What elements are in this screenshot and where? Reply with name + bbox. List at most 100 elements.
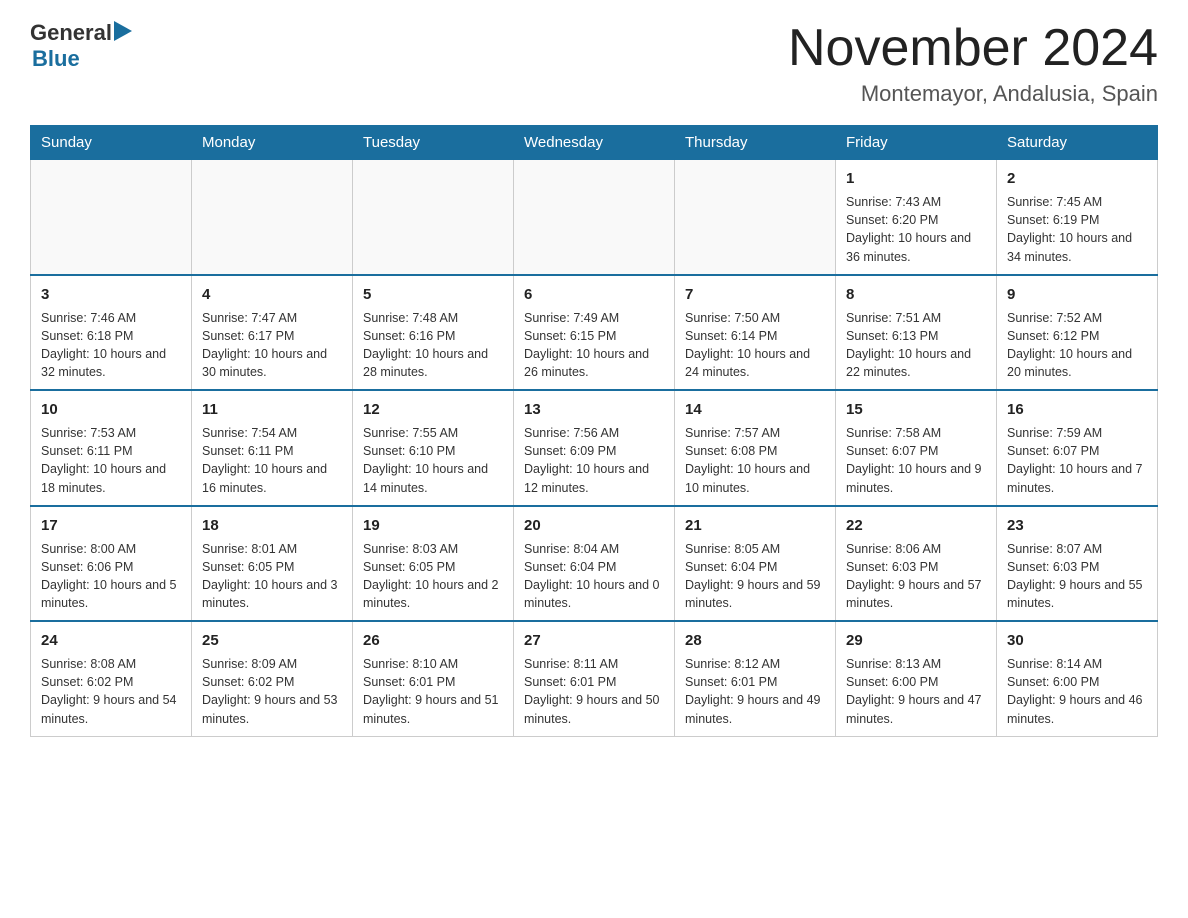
calendar-day-cell: 20 Sunrise: 8:04 AMSunset: 6:04 PMDayligh… [514, 506, 675, 622]
calendar-day-cell: 5 Sunrise: 7:48 AMSunset: 6:16 PMDaylight… [353, 275, 514, 391]
day-number: 26 [363, 630, 503, 651]
calendar-day-cell: 30 Sunrise: 8:14 AMSunset: 6:00 PMDayligh… [997, 621, 1158, 736]
day-info: Sunrise: 7:55 AMSunset: 6:10 PMDaylight:… [363, 424, 503, 497]
day-info: Sunrise: 7:45 AMSunset: 6:19 PMDaylight:… [1007, 193, 1147, 266]
day-number: 5 [363, 284, 503, 305]
weekday-header-thursday: Thursday [675, 126, 836, 160]
day-number: 12 [363, 399, 503, 420]
day-info: Sunrise: 7:49 AMSunset: 6:15 PMDaylight:… [524, 309, 664, 382]
calendar-day-cell [353, 160, 514, 275]
weekday-header-friday: Friday [836, 126, 997, 160]
day-number: 6 [524, 284, 664, 305]
logo-general-text: General [30, 20, 112, 46]
weekday-header-wednesday: Wednesday [514, 126, 675, 160]
calendar-table: SundayMondayTuesdayWednesdayThursdayFrid… [30, 125, 1158, 737]
day-number: 24 [41, 630, 181, 651]
day-info: Sunrise: 8:12 AMSunset: 6:01 PMDaylight:… [685, 655, 825, 728]
calendar-day-cell: 3 Sunrise: 7:46 AMSunset: 6:18 PMDaylight… [31, 275, 192, 391]
calendar-week-row: 24 Sunrise: 8:08 AMSunset: 6:02 PMDayligh… [31, 621, 1158, 736]
logo-blue-text: Blue [32, 46, 80, 72]
page-header: General Blue November 2024 Montemayor, A… [30, 20, 1158, 107]
calendar-day-cell [675, 160, 836, 275]
calendar-day-cell [514, 160, 675, 275]
calendar-day-cell: 28Sunrise: 8:12 AMSunset: 6:01 PMDayligh… [675, 621, 836, 736]
day-info: Sunrise: 8:04 AMSunset: 6:04 PMDaylight:… [524, 540, 664, 613]
day-info: Sunrise: 7:52 AMSunset: 6:12 PMDaylight:… [1007, 309, 1147, 382]
calendar-day-cell: 17 Sunrise: 8:00 AMSunset: 6:06 PMDayligh… [31, 506, 192, 622]
weekday-header-sunday: Sunday [31, 126, 192, 160]
calendar-week-row: 3 Sunrise: 7:46 AMSunset: 6:18 PMDaylight… [31, 275, 1158, 391]
calendar-day-cell: 23Sunrise: 8:07 AMSunset: 6:03 PMDayligh… [997, 506, 1158, 622]
day-number: 22 [846, 515, 986, 536]
calendar-day-cell: 16Sunrise: 7:59 AMSunset: 6:07 PMDayligh… [997, 390, 1158, 506]
day-info: Sunrise: 7:46 AMSunset: 6:18 PMDaylight:… [41, 309, 181, 382]
day-info: Sunrise: 7:58 AMSunset: 6:07 PMDaylight:… [846, 424, 986, 497]
day-info: Sunrise: 8:08 AMSunset: 6:02 PMDaylight:… [41, 655, 181, 728]
calendar-day-cell: 24 Sunrise: 8:08 AMSunset: 6:02 PMDayligh… [31, 621, 192, 736]
calendar-day-cell [192, 160, 353, 275]
day-info: Sunrise: 7:54 AMSunset: 6:11 PMDaylight:… [202, 424, 342, 497]
day-number: 10 [41, 399, 181, 420]
day-info: Sunrise: 8:06 AMSunset: 6:03 PMDaylight:… [846, 540, 986, 613]
day-info: Sunrise: 7:51 AMSunset: 6:13 PMDaylight:… [846, 309, 986, 382]
day-info: Sunrise: 7:48 AMSunset: 6:16 PMDaylight:… [363, 309, 503, 382]
calendar-header-row: SundayMondayTuesdayWednesdayThursdayFrid… [31, 126, 1158, 160]
day-number: 30 [1007, 630, 1147, 651]
calendar-day-cell: 21 Sunrise: 8:05 AMSunset: 6:04 PMDayligh… [675, 506, 836, 622]
day-number: 23 [1007, 515, 1147, 536]
calendar-day-cell [31, 160, 192, 275]
day-number: 27 [524, 630, 664, 651]
day-info: Sunrise: 7:47 AMSunset: 6:17 PMDaylight:… [202, 309, 342, 382]
month-title: November 2024 [788, 20, 1158, 77]
day-info: Sunrise: 8:11 AMSunset: 6:01 PMDaylight:… [524, 655, 664, 728]
day-number: 1 [846, 168, 986, 189]
calendar-day-cell: 1 Sunrise: 7:43 AMSunset: 6:20 PMDaylight… [836, 160, 997, 275]
day-info: Sunrise: 7:57 AMSunset: 6:08 PMDaylight:… [685, 424, 825, 497]
calendar-day-cell: 15 Sunrise: 7:58 AMSunset: 6:07 PMDayligh… [836, 390, 997, 506]
day-info: Sunrise: 8:14 AMSunset: 6:00 PMDaylight:… [1007, 655, 1147, 728]
calendar-day-cell: 22 Sunrise: 8:06 AMSunset: 6:03 PMDayligh… [836, 506, 997, 622]
calendar-day-cell: 10 Sunrise: 7:53 AMSunset: 6:11 PMDayligh… [31, 390, 192, 506]
day-number: 3 [41, 284, 181, 305]
title-area: November 2024 Montemayor, Andalusia, Spa… [788, 20, 1158, 107]
day-number: 17 [41, 515, 181, 536]
logo: General Blue [30, 20, 132, 72]
day-info: Sunrise: 8:05 AMSunset: 6:04 PMDaylight:… [685, 540, 825, 613]
day-info: Sunrise: 7:56 AMSunset: 6:09 PMDaylight:… [524, 424, 664, 497]
calendar-day-cell: 13 Sunrise: 7:56 AMSunset: 6:09 PMDayligh… [514, 390, 675, 506]
calendar-day-cell: 27 Sunrise: 8:11 AMSunset: 6:01 PMDayligh… [514, 621, 675, 736]
day-number: 29 [846, 630, 986, 651]
day-number: 20 [524, 515, 664, 536]
calendar-week-row: 1 Sunrise: 7:43 AMSunset: 6:20 PMDaylight… [31, 160, 1158, 275]
day-number: 21 [685, 515, 825, 536]
day-number: 4 [202, 284, 342, 305]
calendar-day-cell: 6 Sunrise: 7:49 AMSunset: 6:15 PMDaylight… [514, 275, 675, 391]
day-info: Sunrise: 7:50 AMSunset: 6:14 PMDaylight:… [685, 309, 825, 382]
calendar-week-row: 17 Sunrise: 8:00 AMSunset: 6:06 PMDayligh… [31, 506, 1158, 622]
weekday-header-saturday: Saturday [997, 126, 1158, 160]
day-number: 15 [846, 399, 986, 420]
calendar-day-cell: 25 Sunrise: 8:09 AMSunset: 6:02 PMDayligh… [192, 621, 353, 736]
day-info: Sunrise: 8:09 AMSunset: 6:02 PMDaylight:… [202, 655, 342, 728]
weekday-header-monday: Monday [192, 126, 353, 160]
day-info: Sunrise: 7:43 AMSunset: 6:20 PMDaylight:… [846, 193, 986, 266]
day-number: 11 [202, 399, 342, 420]
calendar-day-cell: 26 Sunrise: 8:10 AMSunset: 6:01 PMDayligh… [353, 621, 514, 736]
day-number: 7 [685, 284, 825, 305]
calendar-day-cell: 12 Sunrise: 7:55 AMSunset: 6:10 PMDayligh… [353, 390, 514, 506]
day-number: 25 [202, 630, 342, 651]
calendar-day-cell: 29 Sunrise: 8:13 AMSunset: 6:00 PMDayligh… [836, 621, 997, 736]
day-number: 9 [1007, 284, 1147, 305]
day-info: Sunrise: 8:03 AMSunset: 6:05 PMDaylight:… [363, 540, 503, 613]
day-info: Sunrise: 8:13 AMSunset: 6:00 PMDaylight:… [846, 655, 986, 728]
day-number: 14 [685, 399, 825, 420]
day-number: 2 [1007, 168, 1147, 189]
calendar-day-cell: 8 Sunrise: 7:51 AMSunset: 6:13 PMDaylight… [836, 275, 997, 391]
day-info: Sunrise: 8:10 AMSunset: 6:01 PMDaylight:… [363, 655, 503, 728]
calendar-day-cell: 19Sunrise: 8:03 AMSunset: 6:05 PMDayligh… [353, 506, 514, 622]
calendar-week-row: 10 Sunrise: 7:53 AMSunset: 6:11 PMDayligh… [31, 390, 1158, 506]
day-number: 8 [846, 284, 986, 305]
day-number: 13 [524, 399, 664, 420]
day-info: Sunrise: 8:00 AMSunset: 6:06 PMDaylight:… [41, 540, 181, 613]
day-info: Sunrise: 7:53 AMSunset: 6:11 PMDaylight:… [41, 424, 181, 497]
